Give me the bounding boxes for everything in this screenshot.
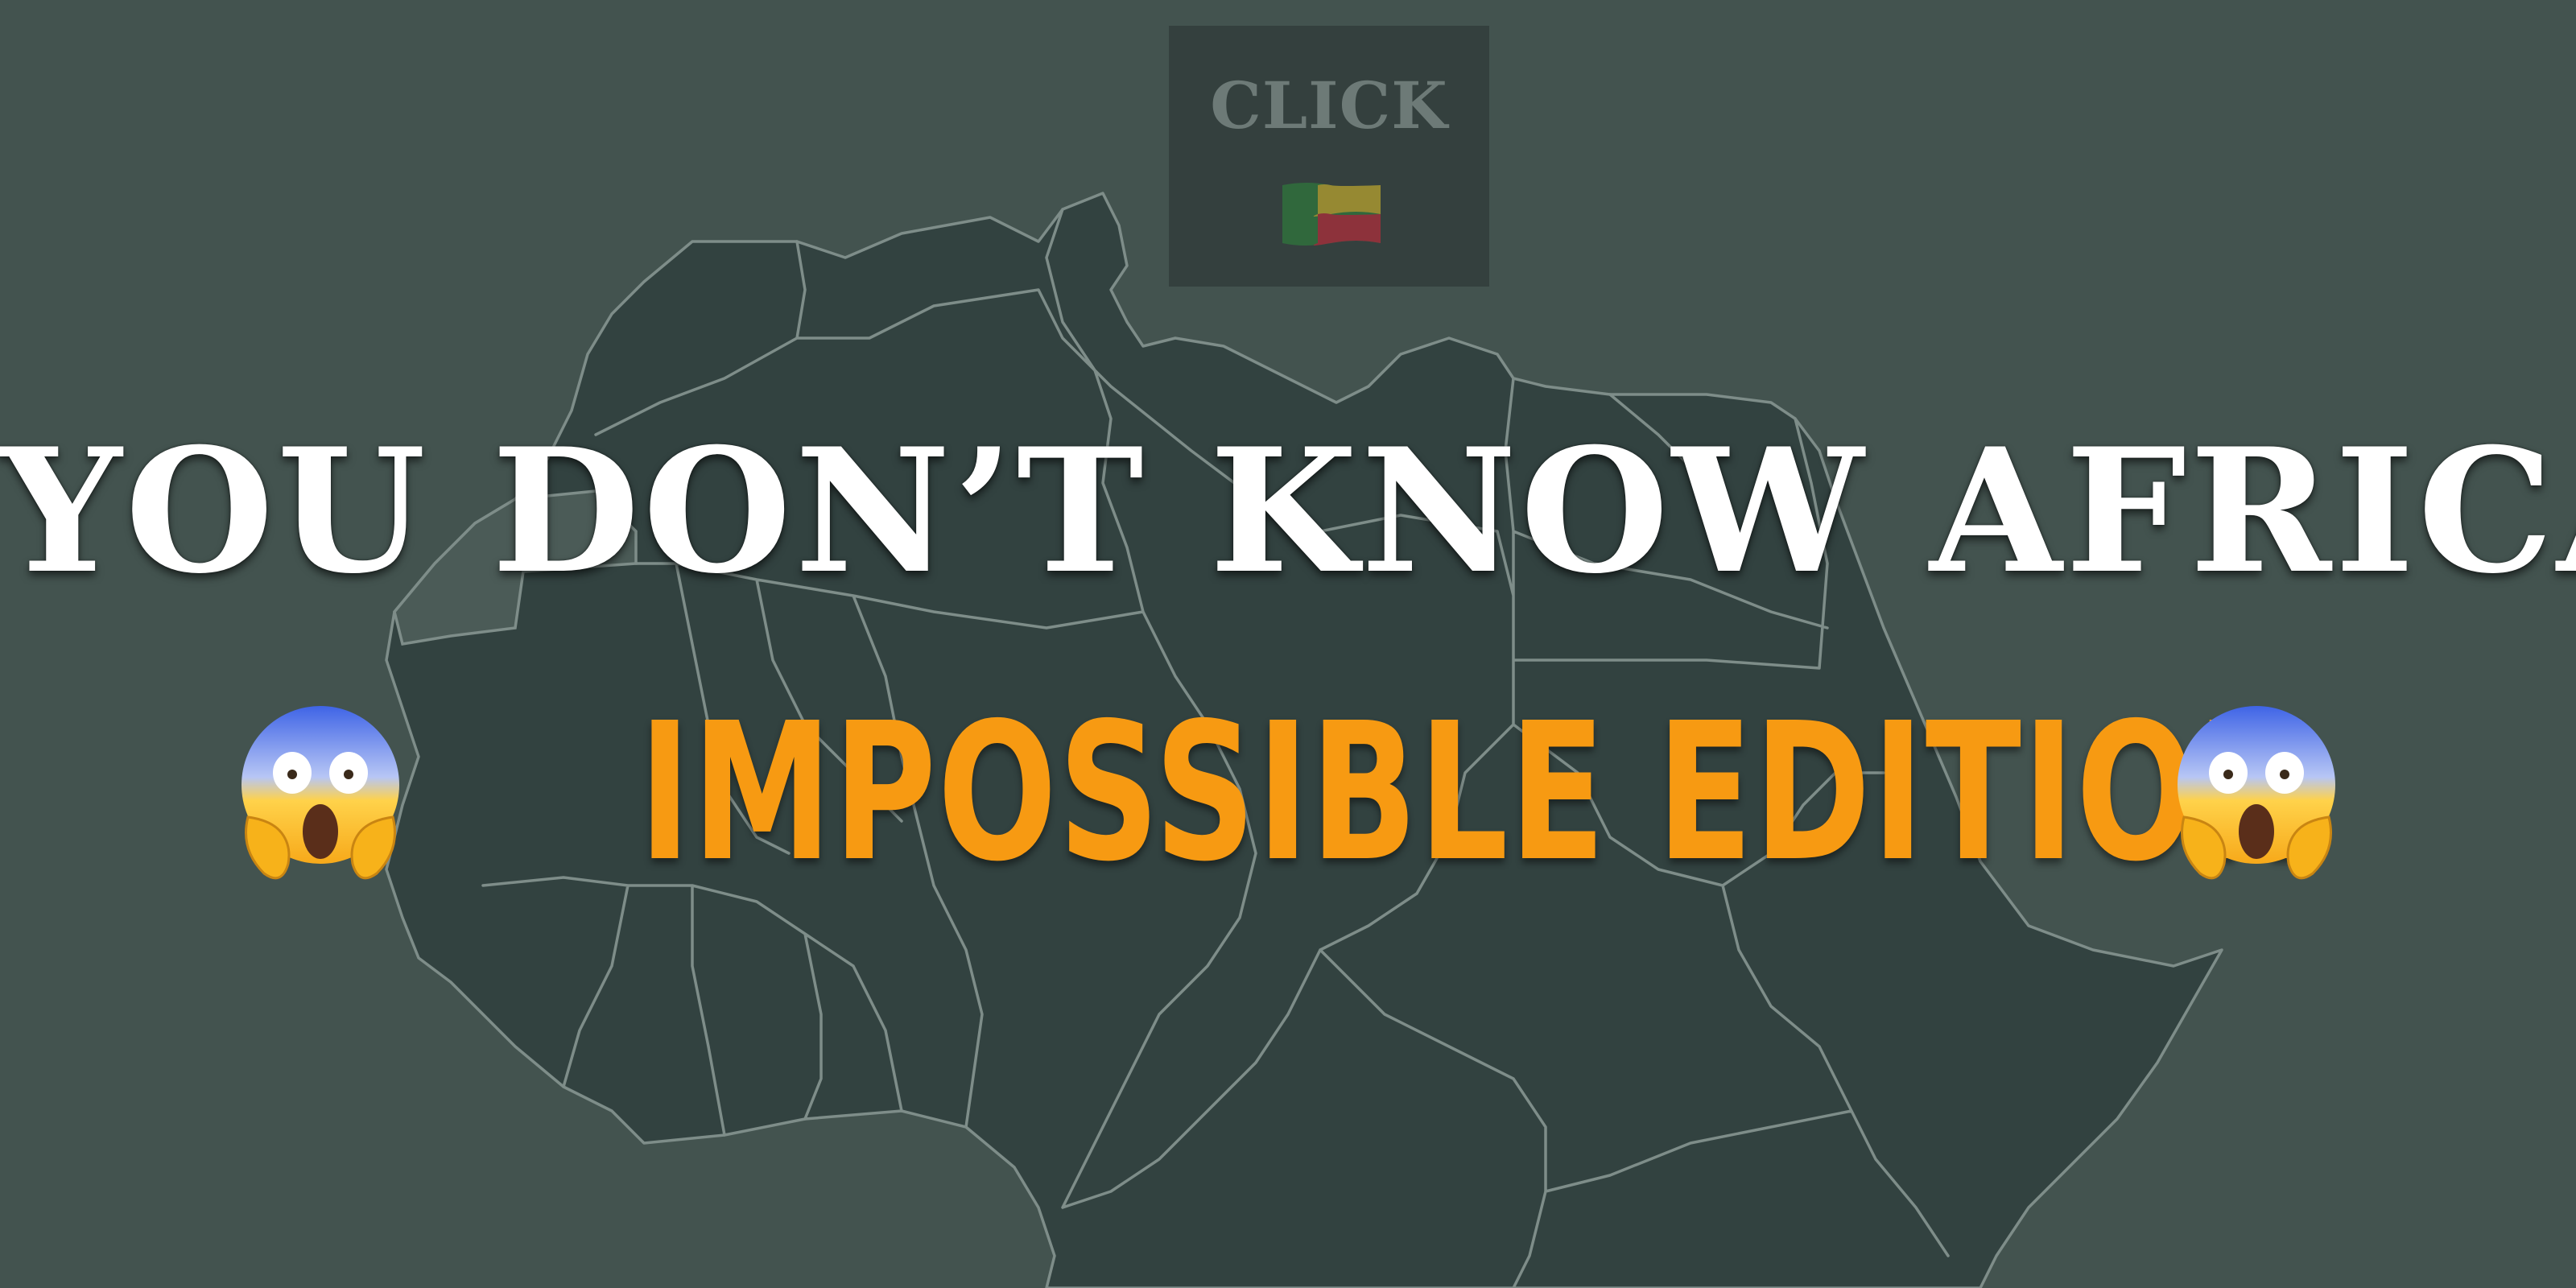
- thumbnail-canvas: CLICK YOU DON’T KNOW AFRICA IMPOSSIBLE E…: [0, 0, 2576, 1288]
- subtitle-row: IMPOSSIBLE EDITION: [225, 680, 2351, 906]
- click-prompt-card: CLICK: [1169, 26, 1489, 287]
- click-label: CLICK: [1210, 68, 1448, 143]
- main-title: YOU DON’T KNOW AFRICA: [0, 411, 2576, 611]
- face-screaming-in-fear-icon: [242, 706, 399, 880]
- benin-flag-icon: [1282, 183, 1381, 246]
- face-screaming-in-fear-icon: [2178, 706, 2335, 880]
- subtitle: IMPOSSIBLE EDITION: [638, 682, 2316, 903]
